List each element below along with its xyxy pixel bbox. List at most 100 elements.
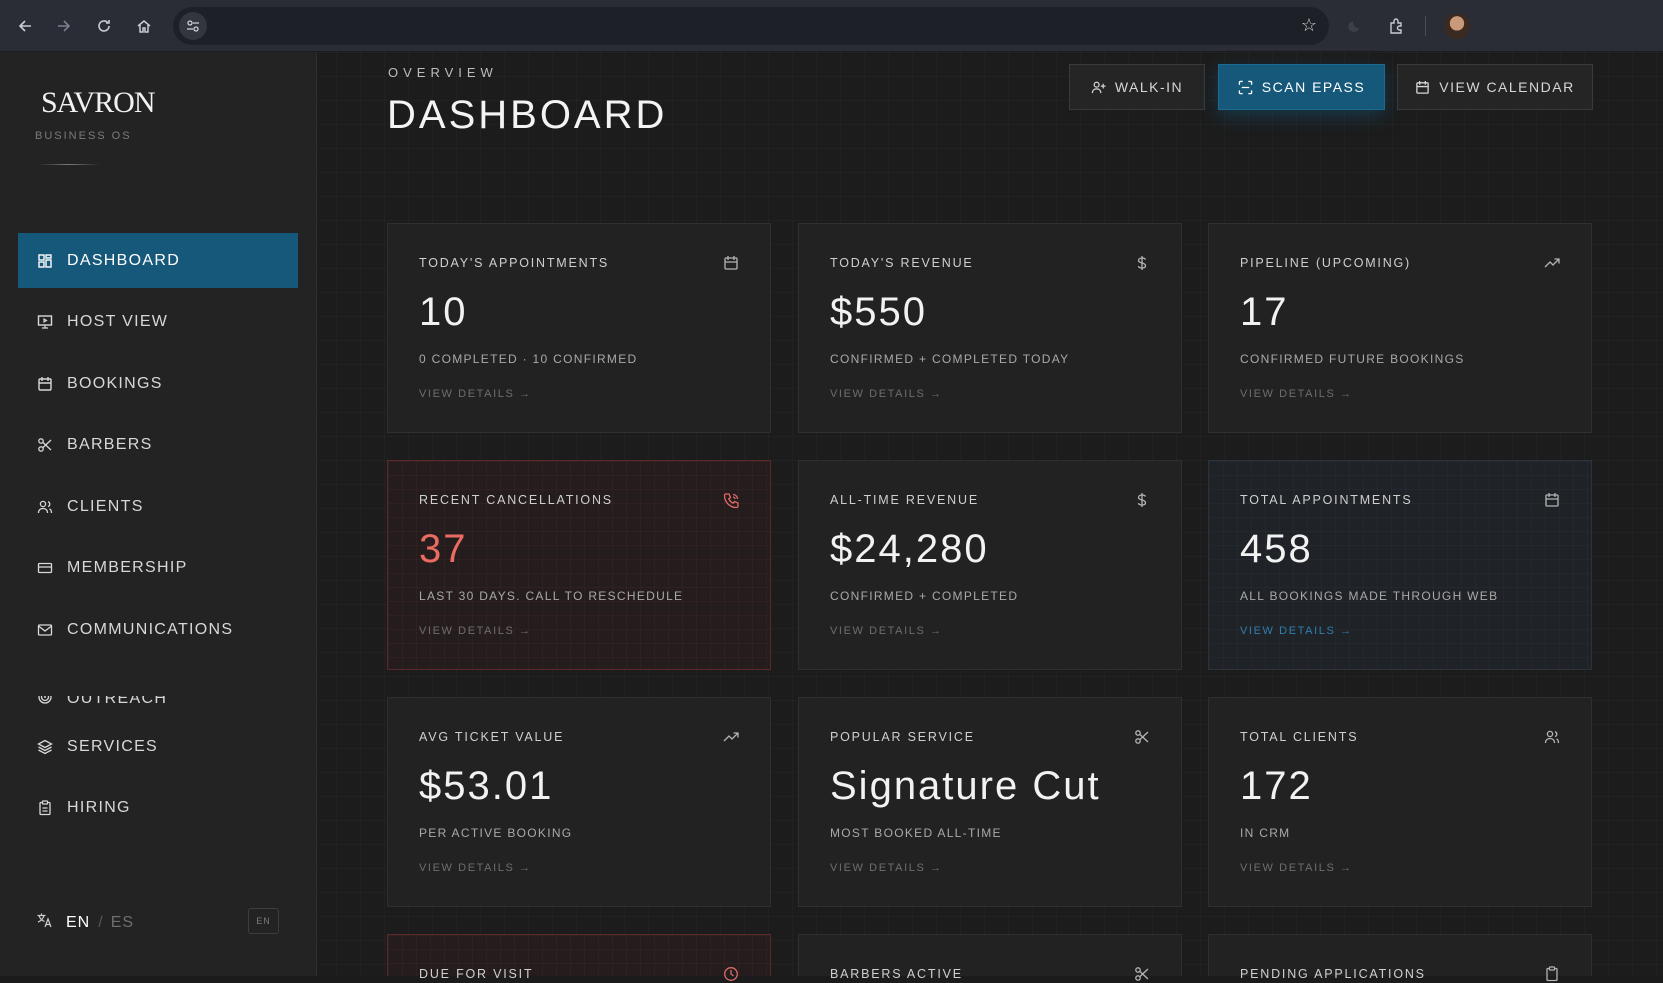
sidebar-item-label: CLIENTS bbox=[67, 497, 144, 515]
extensions-icon[interactable] bbox=[1382, 11, 1412, 41]
scissors-icon bbox=[1133, 965, 1151, 983]
users-icon bbox=[1543, 728, 1561, 746]
sidebar-item-label: BOOKINGS bbox=[67, 374, 163, 392]
toolbar-separator bbox=[1425, 16, 1426, 36]
sidebar-item-clients[interactable]: CLIENTS bbox=[18, 479, 298, 534]
trending-up-icon bbox=[722, 728, 740, 746]
lang-option-en[interactable]: EN bbox=[66, 914, 90, 932]
scan-icon bbox=[1238, 80, 1253, 95]
sidebar-item-label: HOST VIEW bbox=[67, 313, 169, 331]
sidebar-nav: DASHBOARD HOST VIEW BOOKINGS BARBERS CLI… bbox=[18, 233, 298, 842]
sidebar-item-barbers[interactable]: BARBERS bbox=[18, 418, 298, 473]
sidebar-item-dashboard[interactable]: DASHBOARD bbox=[18, 233, 298, 288]
stat-card-pending-applications[interactable]: PENDING APPLICATIONS bbox=[1208, 934, 1592, 982]
sidebar-item-communications[interactable]: COMMUNICATIONS bbox=[18, 603, 298, 658]
calendar-icon bbox=[1415, 80, 1430, 95]
address-bar[interactable]: ☆ bbox=[173, 7, 1329, 45]
language-switcher[interactable]: EN / ES bbox=[36, 912, 134, 934]
card-value: $24,280 bbox=[830, 527, 989, 571]
card-label: TODAY'S REVENUE bbox=[830, 256, 974, 270]
card-subtitle: 0 COMPLETED · 10 CONFIRMED bbox=[419, 352, 638, 366]
card-subtitle: PER ACTIVE BOOKING bbox=[419, 826, 573, 840]
view-calendar-button[interactable]: VIEW CALENDAR bbox=[1397, 64, 1593, 110]
sidebar-item-label: BARBERS bbox=[67, 436, 153, 454]
scan-epass-label: SCAN EPASS bbox=[1261, 79, 1366, 95]
translate-icon bbox=[36, 912, 54, 934]
trending-up-icon bbox=[1543, 254, 1561, 272]
view-details-link[interactable]: VIEW DETAILS → bbox=[830, 862, 943, 874]
card-value: $550 bbox=[830, 290, 927, 334]
sidebar-item-label: DASHBOARD bbox=[67, 251, 181, 269]
calendar-icon bbox=[1543, 491, 1561, 509]
view-details-link[interactable]: VIEW DETAILS → bbox=[419, 862, 532, 874]
view-details-link[interactable]: VIEW DETAILS → bbox=[830, 388, 943, 400]
forward-icon[interactable] bbox=[49, 11, 79, 41]
phone-icon bbox=[722, 491, 740, 509]
stat-card-popular-service[interactable]: POPULAR SERVICE Signature Cut MOST BOOKE… bbox=[798, 697, 1182, 907]
sidebar: SAVRON BUSINESS OS DASHBOARD HOST VIEW B… bbox=[0, 52, 317, 976]
lang-badge[interactable]: EN bbox=[248, 908, 279, 934]
view-details-link[interactable]: VIEW DETAILS → bbox=[419, 625, 532, 637]
view-details-link[interactable]: VIEW DETAILS → bbox=[1240, 862, 1353, 874]
card-subtitle: LAST 30 DAYS. CALL TO RESCHEDULE bbox=[419, 589, 684, 603]
brand-subtitle: BUSINESS OS bbox=[35, 130, 132, 142]
card-value: $53.01 bbox=[419, 764, 554, 808]
app-root: SAVRON BUSINESS OS DASHBOARD HOST VIEW B… bbox=[0, 52, 1663, 982]
bookmark-star-icon[interactable]: ☆ bbox=[1301, 15, 1317, 36]
moon-icon[interactable] bbox=[1340, 11, 1370, 41]
reload-icon[interactable] bbox=[89, 11, 119, 41]
card-label: DUE FOR VISIT bbox=[419, 967, 534, 981]
sidebar-item-membership[interactable]: MEMBERSHIP bbox=[18, 541, 298, 596]
dollar-icon bbox=[1133, 254, 1151, 272]
card-subtitle: IN CRM bbox=[1240, 826, 1291, 840]
view-details-link[interactable]: VIEW DETAILS → bbox=[419, 388, 532, 400]
lang-option-es[interactable]: ES bbox=[111, 914, 134, 932]
calendar-icon bbox=[36, 375, 54, 393]
stat-card-todays-appointments[interactable]: TODAY'S APPOINTMENTS 10 0 COMPLETED · 10… bbox=[387, 223, 771, 433]
sidebar-item-bookings[interactable]: BOOKINGS bbox=[18, 356, 298, 411]
clipboard-icon bbox=[36, 799, 54, 817]
user-plus-icon bbox=[1091, 80, 1106, 95]
card-label: AVG TICKET VALUE bbox=[419, 730, 565, 744]
card-subtitle: CONFIRMED + COMPLETED TODAY bbox=[830, 352, 1070, 366]
stat-card-total-clients[interactable]: TOTAL CLIENTS 172 IN CRM VIEW DETAILS → bbox=[1208, 697, 1592, 907]
profile-avatar[interactable] bbox=[1444, 13, 1470, 39]
stat-card-all-time-revenue[interactable]: ALL-TIME REVENUE $24,280 CONFIRMED + COM… bbox=[798, 460, 1182, 670]
view-details-link[interactable]: VIEW DETAILS → bbox=[1240, 625, 1353, 637]
back-icon[interactable] bbox=[10, 11, 40, 41]
sidebar-item-host-view[interactable]: HOST VIEW bbox=[18, 295, 298, 350]
page-title: DASHBOARD bbox=[387, 93, 668, 137]
walk-in-button[interactable]: WALK-IN bbox=[1069, 64, 1205, 110]
walk-in-label: WALK-IN bbox=[1114, 79, 1184, 95]
card-label: PENDING APPLICATIONS bbox=[1240, 967, 1426, 981]
stat-card-recent-cancellations[interactable]: RECENT CANCELLATIONS 37 LAST 30 DAYS. CA… bbox=[387, 460, 771, 670]
calendar-icon bbox=[722, 254, 740, 272]
stat-card-pipeline[interactable]: PIPELINE (UPCOMING) 17 CONFIRMED FUTURE … bbox=[1208, 223, 1592, 433]
brand-divider bbox=[38, 164, 100, 165]
view-details-link[interactable]: VIEW DETAILS → bbox=[1240, 388, 1353, 400]
card-label: RECENT CANCELLATIONS bbox=[419, 493, 613, 507]
scissors-icon bbox=[36, 436, 54, 454]
site-info-icon[interactable] bbox=[179, 12, 207, 40]
home-icon[interactable] bbox=[129, 11, 159, 41]
browser-toolbar: ☆ bbox=[0, 0, 1663, 52]
stat-card-todays-revenue[interactable]: TODAY'S REVENUE $550 CONFIRMED + COMPLET… bbox=[798, 223, 1182, 433]
sidebar-item-services[interactable]: SERVICES bbox=[18, 719, 298, 774]
stat-card-total-appointments[interactable]: TOTAL APPOINTMENTS 458 ALL BOOKINGS MADE… bbox=[1208, 460, 1592, 670]
clock-icon bbox=[722, 965, 740, 983]
card-subtitle: CONFIRMED FUTURE BOOKINGS bbox=[1240, 352, 1465, 366]
scan-epass-button[interactable]: SCAN EPASS bbox=[1218, 64, 1385, 110]
sidebar-item-hiring[interactable]: HIRING bbox=[18, 781, 298, 836]
card-label: TOTAL APPOINTMENTS bbox=[1240, 493, 1413, 507]
view-details-link[interactable]: VIEW DETAILS → bbox=[830, 625, 943, 637]
card-value: 10 bbox=[419, 290, 468, 334]
outreach-clip: OUTREACH bbox=[36, 695, 167, 713]
sidebar-item-outreach[interactable]: OUTREACH bbox=[18, 673, 298, 713]
stat-card-due-for-visit[interactable]: DUE FOR VISIT bbox=[387, 934, 771, 981]
card-value: Signature Cut bbox=[830, 764, 1101, 808]
stat-card-barbers-active[interactable]: BARBERS ACTIVE bbox=[798, 934, 1182, 981]
stat-card-avg-ticket-value[interactable]: AVG TICKET VALUE $53.01 PER ACTIVE BOOKI… bbox=[387, 697, 771, 907]
mail-icon bbox=[36, 621, 54, 639]
card-value: 17 bbox=[1240, 290, 1289, 334]
target-icon bbox=[36, 695, 54, 706]
